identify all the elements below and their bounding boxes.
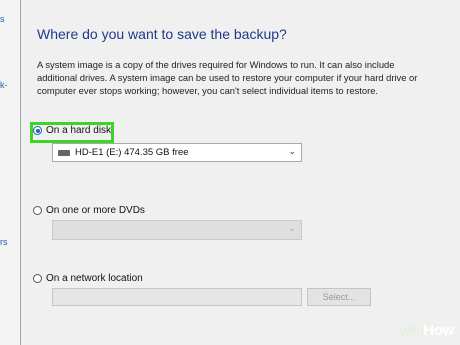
network-location-input <box>52 288 302 306</box>
hard-disk-dropdown-value: HD-E1 (E:) 474.35 GB free <box>75 147 189 158</box>
hard-disk-dropdown[interactable]: HD-E1 (E:) 474.35 GB free ⌄ <box>52 143 302 162</box>
option-hard-disk[interactable]: On a hard disk <box>33 125 111 136</box>
radio-dvds[interactable] <box>33 206 42 215</box>
background-window-strip: s k- rs <box>0 0 21 345</box>
watermark-suffix: How <box>423 322 454 339</box>
option-network-label: On a network location <box>46 273 143 284</box>
chevron-down-icon: ⌄ <box>288 146 296 156</box>
chevron-down-icon: ⌄ <box>288 223 296 233</box>
option-dvds-label: On one or more DVDs <box>46 205 145 216</box>
dvd-dropdown: ⌄ <box>52 220 302 240</box>
background-link-text: s <box>0 14 5 24</box>
backup-wizard-panel: Where do you want to save the backup? A … <box>21 0 460 345</box>
select-button: Select... <box>307 288 371 306</box>
page-title: Where do you want to save the backup? <box>37 26 287 42</box>
radio-hard-disk[interactable] <box>33 126 42 135</box>
description-text: A system image is a copy of the drives r… <box>37 59 418 96</box>
option-network[interactable]: On a network location <box>33 273 143 284</box>
radio-network[interactable] <box>33 274 42 283</box>
option-hard-disk-label: On a hard disk <box>46 125 112 136</box>
option-dvds[interactable]: On one or more DVDs <box>33 205 145 216</box>
wikihow-watermark: wikiHow <box>399 322 454 339</box>
background-link-text: k- <box>0 80 8 90</box>
background-link-text: rs <box>0 237 8 247</box>
watermark-prefix: wiki <box>399 322 424 339</box>
hard-drive-icon <box>58 149 70 156</box>
